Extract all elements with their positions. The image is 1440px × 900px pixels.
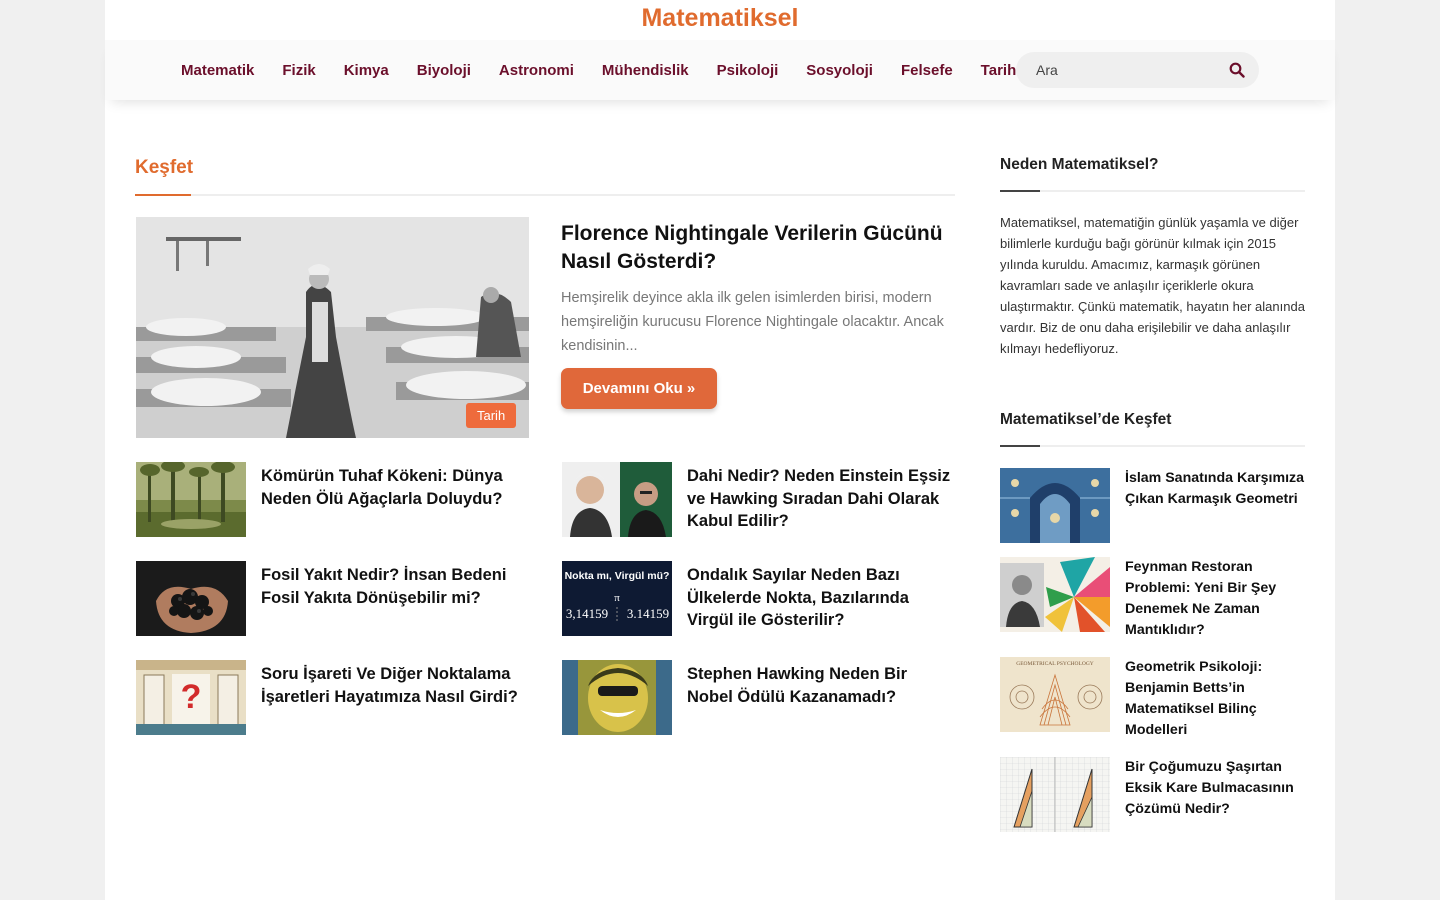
search-icon[interactable]	[1229, 62, 1245, 78]
page-container: Matematiksel Matematik Fizik Kimya Biyol…	[105, 0, 1335, 900]
nav-item-matematik[interactable]: Matematik	[181, 62, 254, 79]
thumb-question-mark: ?	[181, 678, 202, 716]
post-thumbnail[interactable]	[136, 561, 246, 636]
thumb-heading: GEOMETRICAL PSYCHOLOGY	[1016, 661, 1094, 667]
section-divider-accent	[135, 194, 191, 196]
post-title[interactable]: Kömürün Tuhaf Kökeni: Dünya Neden Ölü Ağ…	[261, 465, 531, 537]
main-navbar: Matematik Fizik Kimya Biyoloji Astronomi…	[105, 40, 1335, 100]
nav-item-sosyoloji[interactable]: Sosyoloji	[806, 62, 873, 79]
sidebar-about-text: Matematiksel, matematiğin günlük yaşamla…	[1000, 215, 1305, 356]
thumb-left-number: 3,14159	[566, 606, 608, 621]
post-item[interactable]: Dahi Nedir? Neden Einstein Eşsiz ve Hawk…	[562, 462, 957, 537]
post-item[interactable]: Fosil Yakıt Nedir? İnsan Bedeni Fosil Ya…	[136, 561, 531, 636]
sidebar-post-thumbnail[interactable]	[1000, 757, 1110, 832]
post-title[interactable]: Stephen Hawking Neden Bir Nobel Ödülü Ka…	[687, 663, 957, 735]
post-title[interactable]: Dahi Nedir? Neden Einstein Eşsiz ve Hawk…	[687, 465, 957, 537]
post-thumbnail[interactable]: Nokta mı, Virgül mü? π 3,14159 3.14159	[562, 561, 672, 636]
post-title[interactable]: Ondalık Sayılar Neden Bazı Ülkelerde Nok…	[687, 564, 957, 636]
sidebar-post-item[interactable]: GEOMETRICAL PSYCHOLOGY Geometrik Psikolo…	[1000, 657, 1305, 741]
sidebar-explore-title: Matematiksel’de Keşfet	[1000, 411, 1172, 428]
featured-title[interactable]: Florence Nightingale Verilerin Gücünü Na…	[561, 220, 951, 276]
post-item[interactable]: Kömürün Tuhaf Kökeni: Dünya Neden Ölü Ağ…	[136, 462, 531, 537]
sidebar-post-title[interactable]: İslam Sanatında Karşımıza Çıkan Karmaşık…	[1125, 468, 1305, 543]
post-thumbnail[interactable]	[136, 462, 246, 537]
nav-item-astronomi[interactable]: Astronomi	[499, 62, 574, 79]
site-title[interactable]: Matematiksel	[105, 4, 1335, 33]
category-badge[interactable]: Tarih	[466, 403, 517, 428]
featured-excerpt: Hemşirelik deyince akla ilk gelen isimle…	[561, 290, 944, 354]
nav-item-biyoloji[interactable]: Biyoloji	[417, 62, 471, 79]
search-input[interactable]	[1036, 62, 1229, 78]
nav-item-kimya[interactable]: Kimya	[344, 62, 389, 79]
search-box	[1016, 52, 1259, 88]
read-more-button[interactable]: Devamını Oku »	[561, 368, 717, 409]
nav-menu: Matematik Fizik Kimya Biyoloji Astronomi…	[181, 40, 1044, 100]
post-thumbnail[interactable]	[562, 660, 672, 735]
nav-item-psikoloji[interactable]: Psikoloji	[717, 62, 779, 79]
post-title[interactable]: Soru İşareti Ve Diğer Noktalama İşaretle…	[261, 663, 531, 735]
post-item[interactable]: Nokta mı, Virgül mü? π 3,14159 3.14159 O…	[562, 561, 957, 636]
sidebar-post-thumbnail[interactable]	[1000, 557, 1110, 632]
thumb-pi: π	[614, 592, 620, 604]
sidebar-post-title[interactable]: Geometrik Psikoloji: Benjamin Betts’in M…	[1125, 657, 1305, 741]
post-item[interactable]: Stephen Hawking Neden Bir Nobel Ödülü Ka…	[562, 660, 957, 735]
thumb-right-number: 3.14159	[627, 606, 669, 621]
nav-item-tarih[interactable]: Tarih	[981, 62, 1017, 79]
section-divider	[135, 194, 955, 196]
post-thumbnail[interactable]	[562, 462, 672, 537]
sidebar-post-thumbnail[interactable]	[1000, 468, 1110, 543]
sidebar-post-item[interactable]: Feynman Restoran Problemi: Yeni Bir Şey …	[1000, 557, 1305, 641]
sidebar-post-item[interactable]: Bir Çoğumuzu Şaşırtan Eksik Kare Bulmaca…	[1000, 757, 1305, 832]
sidebar-about-title: Neden Matematiksel?	[1000, 156, 1159, 173]
post-title[interactable]: Fosil Yakıt Nedir? İnsan Bedeni Fosil Ya…	[261, 564, 531, 636]
thumb-heading: Nokta mı, Virgül mü?	[565, 570, 670, 582]
nav-item-felsefe[interactable]: Felsefe	[901, 62, 953, 79]
post-thumbnail[interactable]: ?	[136, 660, 246, 735]
sidebar-divider	[1000, 445, 1305, 447]
section-title: Keşfet	[135, 157, 194, 178]
sidebar-post-item[interactable]: İslam Sanatında Karşımıza Çıkan Karmaşık…	[1000, 468, 1305, 543]
sidebar-divider	[1000, 190, 1305, 192]
sidebar-divider-accent	[1000, 445, 1040, 447]
sidebar-post-title[interactable]: Feynman Restoran Problemi: Yeni Bir Şey …	[1125, 557, 1305, 641]
nav-item-fizik[interactable]: Fizik	[282, 62, 315, 79]
sidebar-post-thumbnail[interactable]: GEOMETRICAL PSYCHOLOGY	[1000, 657, 1110, 732]
sidebar-divider-accent	[1000, 190, 1040, 192]
nav-item-muhendislik[interactable]: Mühendislik	[602, 62, 689, 79]
sidebar-post-title[interactable]: Bir Çoğumuzu Şaşırtan Eksik Kare Bulmaca…	[1125, 757, 1305, 832]
post-item[interactable]: ? Soru İşareti Ve Diğer Noktalama İşaret…	[136, 660, 531, 735]
